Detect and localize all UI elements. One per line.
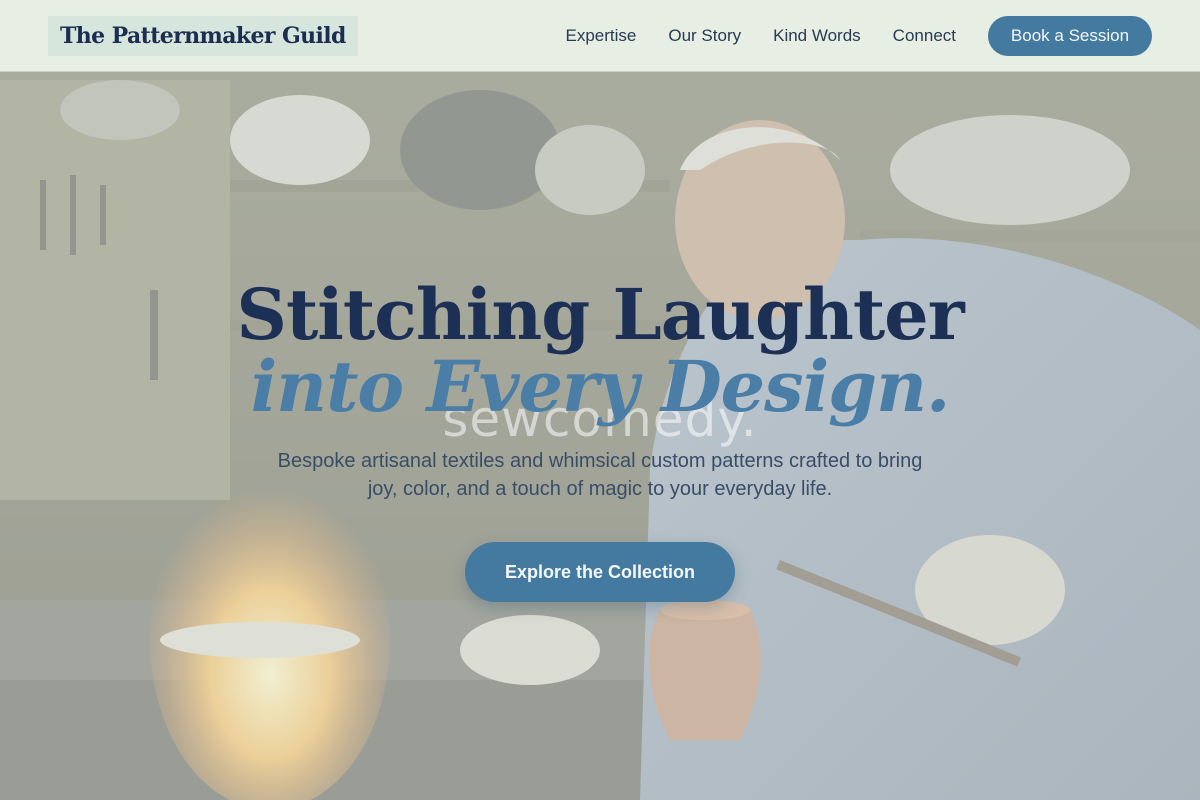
hero-section: sewcomedy. Stitching Laughter into Every… [0,72,1200,800]
book-session-button[interactable]: Book a Session [988,16,1152,56]
nav-links: Expertise Our Story Kind Words Connect [533,0,956,72]
nav-link-our-story[interactable]: Our Story [668,26,741,46]
nav-link-connect[interactable]: Connect [893,26,956,46]
top-navigation-bar: The Patternmaker Guild Expertise Our Sto… [0,0,1200,72]
nav-link-kind-words[interactable]: Kind Words [773,26,861,46]
hero-subtitle: Bespoke artisanal textiles and whimsical… [277,450,923,500]
hero-headline-line2: into Every Design. [250,345,951,428]
nav-link-expertise[interactable]: Expertise [565,26,636,46]
explore-collection-button[interactable]: Explore the Collection [465,542,735,602]
brand-logo[interactable]: The Patternmaker Guild [48,16,358,56]
